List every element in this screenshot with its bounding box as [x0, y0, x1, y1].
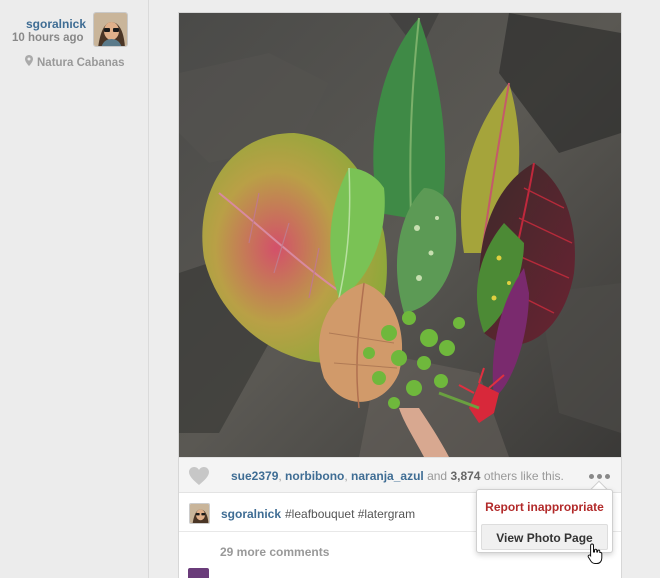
caption-text: #leafbouquet #latergram	[285, 507, 416, 521]
column-divider	[148, 0, 149, 578]
likes-bar: sue2379, norbibono, naranja_azul and 3,8…	[179, 457, 621, 493]
likes-suffix: others like this.	[480, 469, 564, 483]
comment-avatar[interactable]	[188, 568, 209, 578]
post-location[interactable]: Natura Cabanas	[25, 55, 125, 69]
location-pin-icon	[25, 55, 33, 69]
liker-link[interactable]: norbibono	[285, 469, 344, 483]
caption-username[interactable]: sgoralnick	[221, 507, 281, 521]
more-comments-link[interactable]: 29 more comments	[220, 545, 329, 559]
next-comment-row	[188, 568, 608, 578]
likes-summary: sue2379, norbibono, naranja_azul and 3,8…	[231, 469, 564, 483]
post-timestamp[interactable]: 10 hours ago	[12, 32, 84, 44]
location-label: Natura Cabanas	[37, 57, 125, 69]
more-dots-icon[interactable]	[589, 474, 611, 480]
heart-icon[interactable]	[188, 466, 210, 486]
likes-and-text: and	[423, 469, 451, 483]
caption-avatar[interactable]	[189, 503, 210, 524]
liker-link[interactable]: sue2379	[231, 469, 278, 483]
likes-count[interactable]: 3,874	[450, 469, 480, 483]
post-avatar[interactable]	[93, 12, 128, 47]
liker-link[interactable]: naranja_azul	[351, 469, 424, 483]
post-photo[interactable]	[179, 13, 621, 457]
report-inappropriate-item[interactable]: Report inappropriate	[481, 494, 608, 520]
hand-cursor-icon	[587, 543, 603, 565]
post-username-link[interactable]: sgoralnick	[26, 17, 86, 31]
post-meta-column	[0, 0, 148, 578]
